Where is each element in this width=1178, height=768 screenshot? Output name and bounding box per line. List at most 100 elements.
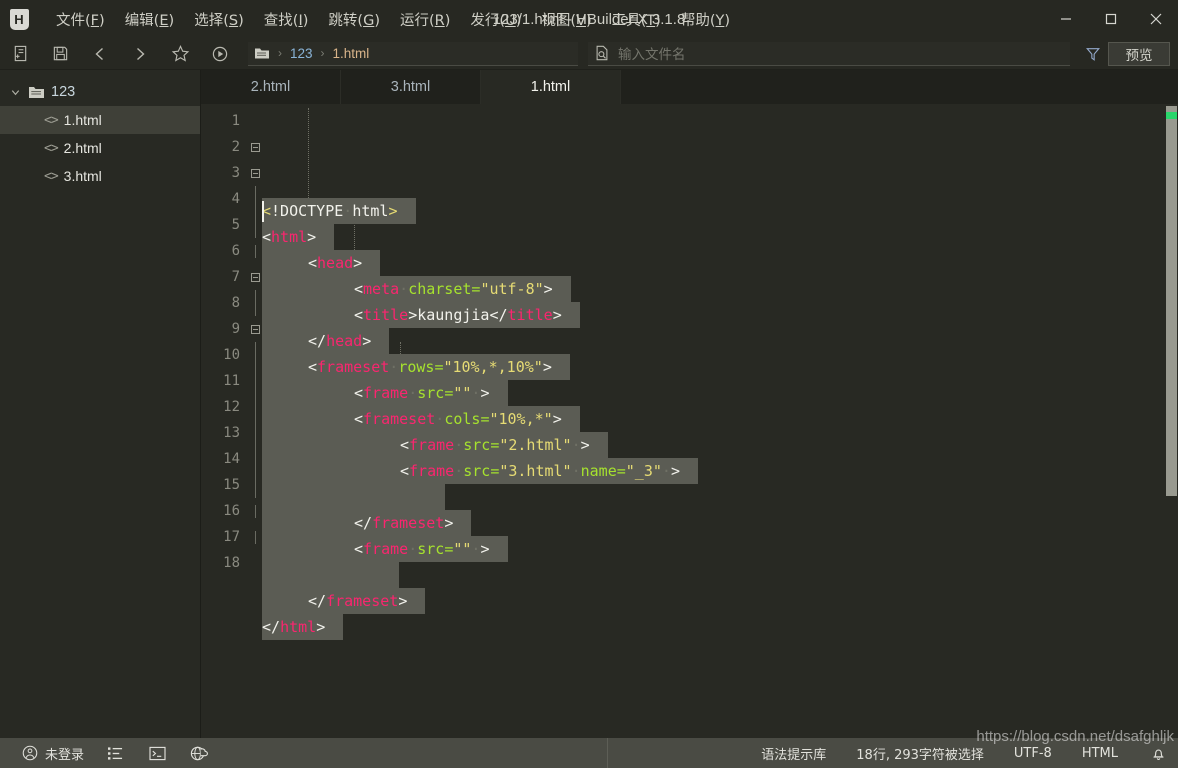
close-button[interactable]	[1133, 0, 1178, 38]
maximize-button[interactable]	[1088, 0, 1133, 38]
notifications-button[interactable]	[1148, 746, 1168, 761]
terminal-button[interactable]	[146, 738, 168, 768]
syntax-library-label[interactable]: 语法提示库	[761, 744, 826, 763]
breadcrumb-project[interactable]: 123	[290, 46, 313, 61]
fold-toggle-line2[interactable]	[248, 134, 262, 160]
menu-item-3[interactable]: 选择(S)	[184, 5, 254, 34]
network-cloud-icon	[190, 746, 208, 761]
code-editor[interactable]: 1 2 3 4 5 6 7 8 9 10 11 12 13 14 15 16 17 18	[201, 104, 1178, 738]
editor-tab-1-html[interactable]: 1.html	[481, 70, 621, 104]
tree-file-1-html[interactable]: <> 1.html	[0, 106, 200, 134]
selected-text: </frameset>	[262, 510, 472, 542]
window-controls	[1043, 0, 1178, 38]
code-line-6[interactable]: </head>	[262, 328, 1178, 360]
chevron-down-icon[interactable]	[8, 87, 22, 98]
line-number: 8	[231, 295, 240, 311]
line-number: 16	[223, 503, 240, 519]
fold-guide-line12	[248, 394, 262, 420]
selected-text: </head>	[262, 328, 390, 360]
forward-button[interactable]	[120, 38, 160, 70]
run-button[interactable]	[200, 38, 240, 70]
favorite-star-icon	[171, 44, 189, 62]
selected-text: </html>	[262, 614, 344, 640]
fold-toggle-line3[interactable]	[248, 160, 262, 186]
network-button[interactable]	[188, 738, 210, 768]
code-line-9[interactable]: <frameset·cols="10%,*">	[262, 406, 1178, 438]
favorite-button[interactable]	[160, 38, 200, 70]
code-line-15[interactable]	[262, 562, 1178, 594]
fold-toggle-line7[interactable]	[248, 264, 262, 290]
line-number-gutter: 1 2 3 4 5 6 7 8 9 10 11 12 13 14 15 16 17 18	[201, 104, 248, 738]
back-button[interactable]	[80, 38, 120, 70]
editor-tab-3-html[interactable]: 3.html	[341, 70, 481, 104]
editor-tab-2-html[interactable]: 2.html	[201, 70, 341, 104]
tree-root-label: 123	[51, 84, 76, 100]
tree-root-123[interactable]: 123	[0, 78, 200, 106]
code-line-17[interactable]: </html>	[262, 614, 1178, 640]
scrollbar-thumb[interactable]	[1166, 106, 1177, 496]
main-body: 123 <> 1.html <> 2.html <> 3.html 2.html 3.htm…	[0, 70, 1178, 738]
menu-bar: 文件(F) 编辑(E) 选择(S) 查找(I) 跳转(G) 运行(R) 发行(U) 视图(V)…	[46, 0, 740, 38]
code-line-3[interactable]: <head>	[262, 250, 1178, 282]
status-left: 未登录	[0, 738, 210, 768]
code-line-11[interactable]: <frame·src="3.html"·name="_3"·>	[262, 458, 1178, 490]
menu-item-9[interactable]: 工具(T)	[602, 5, 671, 34]
code-line-4[interactable]: <meta·charset="utf-8">	[262, 276, 1178, 308]
menu-item-5[interactable]: 跳转(G)	[318, 5, 390, 34]
save-button[interactable]	[40, 38, 80, 70]
code-content[interactable]: <!DOCTYPE·html> <html> <head> <meta·char…	[262, 104, 1178, 738]
tree-file-3-html[interactable]: <> 3.html	[0, 162, 200, 190]
status-right: 语法提示库 18行, 293字符被选择 UTF-8 HTML	[761, 738, 1168, 768]
menu-item-4[interactable]: 查找(I)	[254, 5, 319, 34]
line-number: 17	[223, 529, 240, 545]
fold-guide-line13	[248, 420, 262, 446]
code-line-14[interactable]: <frame·src=""·>	[262, 536, 1178, 568]
menu-item-7[interactable]: 发行(U)	[460, 5, 531, 34]
code-line-5[interactable]: <title>kaungjia</title>	[262, 302, 1178, 334]
selected-text: <title>kaungjia</title>	[262, 302, 580, 334]
code-line-2[interactable]: <html>	[262, 224, 1178, 250]
preview-button[interactable]: 预览	[1108, 41, 1170, 66]
breadcrumb-file[interactable]: 1.html	[333, 46, 370, 61]
tree-file-2-html[interactable]: <> 2.html	[0, 134, 200, 162]
line-number: 5	[231, 217, 240, 233]
menu-item-6[interactable]: 运行(R)	[390, 5, 460, 34]
selected-text: <!DOCTYPE·html>	[262, 198, 416, 224]
menu-item-2[interactable]: 编辑(E)	[115, 5, 185, 34]
user-circle-icon	[22, 745, 38, 761]
code-folding-gutter	[248, 104, 262, 738]
login-status-button[interactable]: 未登录	[22, 744, 84, 763]
line-number: 13	[223, 425, 240, 441]
status-separator	[607, 738, 608, 768]
selected-text: <head>	[262, 250, 381, 282]
scrollbar-change-marker	[1166, 112, 1177, 119]
outline-button[interactable]	[104, 738, 126, 768]
menu-item-8[interactable]: 视图(V)	[531, 5, 601, 34]
fold-toggle-line9[interactable]	[248, 316, 262, 342]
filename-search-box[interactable]: 输入文件名	[588, 41, 1070, 66]
fold-guide-line14	[248, 446, 262, 472]
code-line-10[interactable]: <frame·src="2.html"·>	[262, 432, 1178, 464]
bell-icon	[1152, 748, 1164, 760]
code-line-1[interactable]: <!DOCTYPE·html>	[262, 198, 1178, 224]
code-line-13[interactable]: </frameset>	[262, 510, 1178, 542]
breadcrumb-separator-2: ›	[320, 46, 325, 60]
code-line-8[interactable]: <frame·src=""·>	[262, 380, 1178, 412]
code-line-7[interactable]: <frameset·rows="10%,*,10%">	[262, 354, 1178, 386]
code-line-18[interactable]	[262, 640, 1178, 666]
filter-button[interactable]	[1078, 38, 1108, 70]
new-file-icon	[14, 45, 26, 62]
new-file-button[interactable]	[0, 38, 40, 70]
editor-vertical-scrollbar[interactable]	[1165, 104, 1178, 738]
menu-item-1[interactable]: 文件(F)	[46, 5, 115, 34]
line-number: 3	[231, 165, 240, 181]
breadcrumb-separator-1: ›	[278, 46, 282, 60]
minimize-icon	[1060, 18, 1071, 20]
language-mode-label[interactable]: HTML	[1082, 746, 1118, 761]
menu-item-10[interactable]: 帮助(Y)	[671, 5, 740, 34]
code-line-12[interactable]	[262, 484, 1178, 516]
code-line-16[interactable]: </frameset>	[262, 588, 1178, 620]
filename-search-placeholder: 输入文件名	[618, 47, 686, 63]
encoding-label[interactable]: UTF-8	[1014, 746, 1052, 761]
minimize-button[interactable]	[1043, 0, 1088, 38]
